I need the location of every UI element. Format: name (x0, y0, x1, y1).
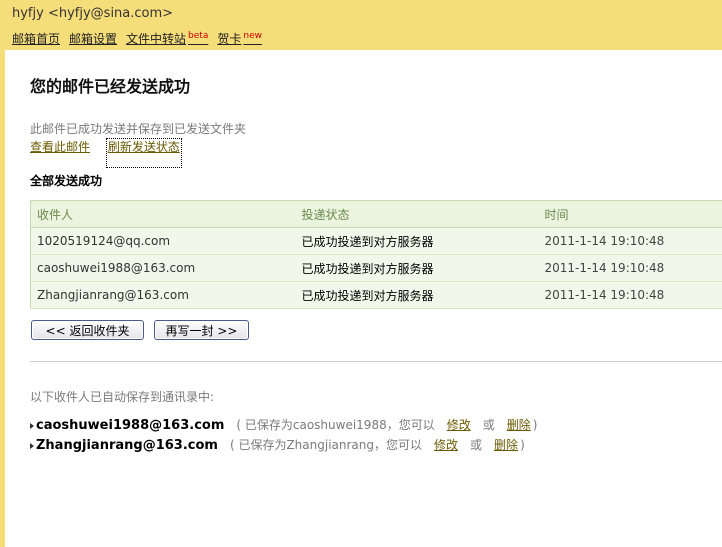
row-recipient: 1020519124@qq.com (30, 227, 296, 255)
delete-contact-link[interactable]: 删除 (507, 418, 531, 432)
table-row: 1020519124@qq.com 已成功投递到对方服务器 2011-1-14 … (30, 227, 722, 255)
nav-file-transfer-label: 文件中转站 (126, 32, 187, 46)
row-recipient: Zhangjianrang@163.com (30, 281, 296, 309)
row-time: 2011-1-14 19:10:48 (538, 227, 722, 255)
contact-email: Zhangjianrang@163.com (36, 438, 218, 453)
delivery-table: 收件人 投递状态 时间 1020519124@qq.com 已成功投递到对方服务… (30, 200, 722, 309)
top-nav: 邮箱首页 邮箱设置 文件中转站 beta 贺卡 new (12, 30, 271, 47)
new-badge: new (243, 31, 262, 41)
header-status: 投递状态 (295, 200, 539, 228)
row-status: 已成功投递到对方服务器 (295, 281, 539, 309)
row-recipient: caoshuwei1988@163.com (30, 254, 296, 282)
refresh-status-link[interactable]: 刷新发送状态 (105, 138, 182, 168)
all-sent-status: 全部发送成功 (30, 174, 103, 188)
edit-contact-link[interactable]: 修改 (447, 418, 471, 432)
page-title: 您的邮件已经发送成功 (30, 77, 191, 96)
saved-contact: caoshuwei1988@163.com ( 已保存为caoshuwei1988… (30, 416, 537, 433)
action-links: 查看此邮件 刷新发送状态 (30, 138, 182, 168)
beta-badge: beta (188, 31, 209, 41)
nav-mail-home[interactable]: 邮箱首页 (12, 32, 60, 46)
compose-another-button[interactable]: 再写一封 >> (154, 320, 249, 340)
saved-contact: Zhangjianrang@163.com ( 已保存为Zhangjianrang… (30, 436, 525, 453)
nav-greeting-card[interactable]: 贺卡 new (217, 31, 262, 46)
or-text: 或 (470, 438, 483, 452)
contact-email: caoshuwei1988@163.com (36, 418, 225, 433)
main-panel: 您的邮件已经发送成功 此邮件已成功发送并保存到已发送文件夹 查看此邮件 刷新发送… (5, 50, 722, 547)
top-bar: hyfjy <hyfjy@sina.com> 邮箱首页 邮箱设置 文件中转站 beta… (0, 0, 722, 50)
saved-contacts-note: 以下收件人已自动保存到通讯录中: (30, 390, 215, 404)
nav-file-transfer[interactable]: 文件中转站 beta (126, 31, 209, 46)
contact-saved-as: ( 已保存为caoshuwei1988，您可以 (236, 418, 435, 432)
table-row: caoshuwei1988@163.com 已成功投递到对方服务器 2011-1… (30, 254, 722, 282)
account-email: <hyfjy@sina.com> (47, 6, 174, 21)
view-mail-link[interactable]: 查看此邮件 (30, 140, 90, 154)
row-status: 已成功投递到对方服务器 (295, 254, 539, 282)
sent-note: 此邮件已成功发送并保存到已发送文件夹 (30, 122, 247, 136)
bullet-arrow-icon (30, 422, 34, 429)
account-info: hyfjy <hyfjy@sina.com> (12, 6, 173, 21)
nav-greeting-card-label: 贺卡 (217, 32, 242, 46)
row-time: 2011-1-14 19:10:48 (538, 281, 722, 309)
contact-saved-as: ( 已保存为Zhangjianrang，您可以 (229, 438, 423, 452)
header-time: 时间 (538, 200, 722, 228)
row-time: 2011-1-14 19:10:48 (538, 254, 722, 282)
table-header: 收件人 投递状态 时间 (30, 200, 722, 228)
edit-contact-link[interactable]: 修改 (434, 438, 458, 452)
or-text: 或 (482, 418, 495, 432)
back-to-inbox-button[interactable]: << 返回收件夹 (31, 320, 144, 340)
close-paren: ) (532, 418, 538, 432)
table-row: Zhangjianrang@163.com 已成功投递到对方服务器 2011-1… (30, 281, 722, 309)
bullet-arrow-icon (30, 442, 34, 449)
delete-contact-link[interactable]: 删除 (494, 438, 518, 452)
nav-mail-settings[interactable]: 邮箱设置 (69, 32, 117, 46)
row-status: 已成功投递到对方服务器 (295, 227, 539, 255)
divider (30, 361, 722, 362)
account-name: hyfjy (12, 6, 44, 21)
header-recipient: 收件人 (30, 200, 296, 228)
close-paren: ) (520, 438, 525, 452)
